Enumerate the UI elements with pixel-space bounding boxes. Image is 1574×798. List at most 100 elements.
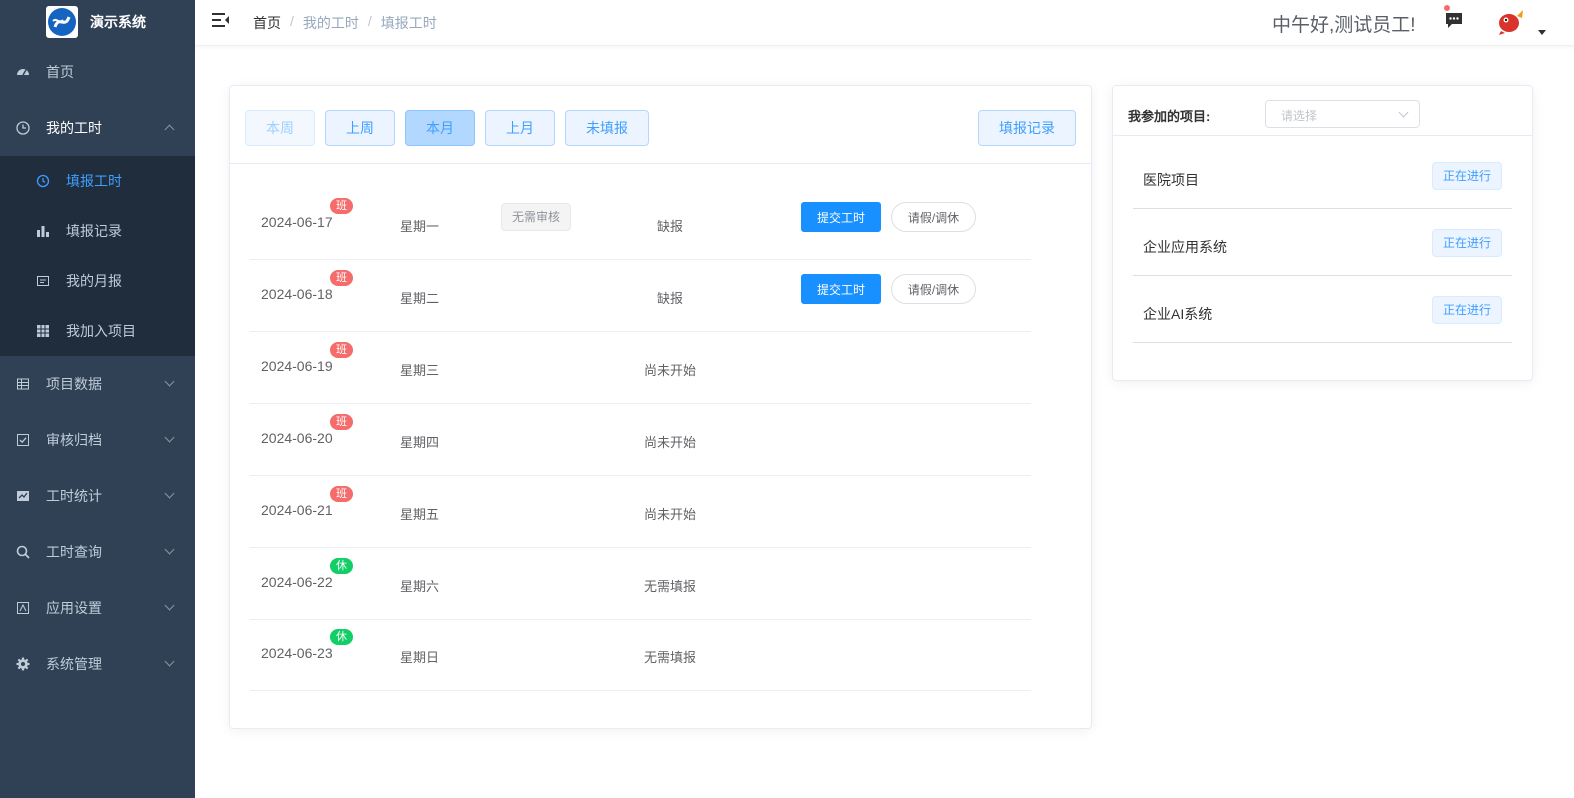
fill-records-button[interactable]: 填报记录	[978, 110, 1076, 146]
top-navbar: 首页 / 我的工时 / 填报工时 中午好,测试员工!	[195, 0, 1574, 46]
workday-badge: 班	[330, 486, 353, 502]
chevron-down-icon	[164, 544, 175, 555]
last-month-button[interactable]: 上月	[485, 110, 555, 146]
submit-hours-button[interactable]: 提交工时	[801, 202, 881, 232]
chart-icon	[16, 489, 30, 503]
projects-card: 我参加的项目: 请选择 医院项目 正在进行 企业应用系统 正在进行 企业AI系统…	[1112, 85, 1533, 381]
sidebar-item-monthly-report[interactable]: 我的月报	[0, 256, 195, 306]
day-weekday: 星期六	[400, 579, 440, 594]
breadcrumb: 首页 / 我的工时 / 填报工时	[253, 13, 437, 33]
sidebar-item-label: 工时统计	[46, 488, 102, 504]
chevron-down-icon	[164, 376, 175, 387]
sidebar-item-label: 系统管理	[46, 656, 102, 672]
project-select[interactable]: 请选择	[1265, 100, 1420, 128]
message-icon[interactable]	[1444, 10, 1464, 30]
breadcrumb-current: 填报工时	[380, 15, 437, 31]
day-date: 2024-06-23	[261, 645, 333, 661]
this-week-button[interactable]: 本周	[245, 110, 315, 146]
project-item[interactable]: 企业应用系统 正在进行	[1133, 209, 1512, 276]
day-date: 2024-06-22	[261, 574, 333, 590]
day-status: 缺报	[656, 291, 683, 306]
day-weekday: 星期日	[400, 650, 440, 665]
leave-button[interactable]: 请假/调休	[891, 274, 976, 304]
project-status-tag: 正在进行	[1431, 296, 1502, 324]
projects-label: 我参加的项目:	[1128, 109, 1211, 124]
sidebar-item-fill-records[interactable]: 填报记录	[0, 206, 195, 256]
breadcrumb-home[interactable]: 首页	[253, 13, 281, 33]
dashboard-icon	[16, 65, 30, 79]
submit-hours-button[interactable]: 提交工时	[801, 274, 881, 304]
day-weekday: 星期三	[400, 363, 440, 378]
bar-chart-icon	[36, 224, 50, 238]
clock-icon	[16, 121, 30, 135]
day-row: 2024-06-23 休 星期日 无需填报	[250, 619, 1031, 691]
breadcrumb-separator: /	[367, 13, 372, 29]
sidebar-item-hours-stats[interactable]: 工时统计	[0, 468, 195, 524]
project-item[interactable]: 医院项目 正在进行	[1133, 142, 1512, 209]
day-status: 尚未开始	[643, 363, 696, 378]
day-row: 2024-06-18 班 星期二 缺报 提交工时 请假/调休	[250, 260, 1031, 332]
time-fill-icon	[36, 174, 50, 188]
day-status: 无需填报	[643, 579, 696, 594]
sidebar-item-my-hours[interactable]: 我的工时	[0, 100, 195, 156]
day-weekday: 星期五	[400, 507, 440, 522]
last-week-button[interactable]: 上周	[325, 110, 395, 146]
day-row: 2024-06-20 班 星期四 尚未开始	[250, 404, 1031, 476]
leave-button[interactable]: 请假/调休	[891, 202, 976, 232]
sidebar-item-review-archive[interactable]: 审核归档	[0, 412, 195, 468]
menu-toggle-icon[interactable]	[212, 12, 230, 28]
app-title: 演示系统	[90, 14, 146, 30]
sidebar-item-home[interactable]: 首页	[0, 44, 195, 100]
restday-badge: 休	[330, 558, 353, 574]
sidebar-item-hours-query[interactable]: 工时查询	[0, 524, 195, 580]
logo-icon	[46, 6, 78, 38]
sidebar-item-system-admin[interactable]: 系统管理	[0, 636, 195, 692]
day-row: 2024-06-21 班 星期五 尚未开始	[250, 476, 1031, 548]
project-status-tag: 正在进行	[1431, 229, 1502, 257]
chevron-down-icon	[164, 432, 175, 443]
caret-down-icon[interactable]	[1538, 30, 1546, 35]
logo[interactable]: 演示系统	[0, 0, 195, 44]
chevron-down-icon	[164, 600, 175, 611]
gear-icon	[16, 657, 30, 671]
workday-badge: 班	[330, 198, 353, 214]
day-date: 2024-06-20	[261, 430, 333, 446]
workday-badge: 班	[330, 342, 353, 358]
sidebar-item-fill-hours[interactable]: 填报工时	[0, 156, 195, 206]
sidebar-item-joined-projects[interactable]: 我加入项目	[0, 306, 195, 356]
settings-doc-icon	[16, 601, 30, 615]
day-row: 2024-06-19 班 星期三 尚未开始	[250, 332, 1031, 404]
day-status: 无需填报	[643, 650, 696, 665]
greeting-text: 中午好,测试员工!	[1272, 15, 1416, 36]
period-toolbar: 本周 上周 本月 上月 未填报 填报记录	[230, 86, 1091, 164]
sidebar-item-label: 项目数据	[46, 376, 102, 392]
projects-card-header: 我参加的项目: 请选择	[1113, 86, 1532, 136]
sidebar-item-label: 填报工时	[66, 173, 122, 189]
project-name: 企业AI系统	[1143, 306, 1213, 322]
day-row: 2024-06-22 休 星期六 无需填报	[250, 548, 1031, 620]
this-month-button[interactable]: 本月	[405, 110, 475, 146]
sidebar-item-project-data[interactable]: 项目数据	[0, 356, 195, 412]
checkbox-icon	[16, 433, 30, 447]
chevron-down-icon	[164, 488, 175, 499]
sidebar-item-label: 应用设置	[46, 600, 102, 616]
chevron-down-icon	[164, 656, 175, 667]
project-item[interactable]: 企业AI系统 正在进行	[1133, 276, 1512, 343]
workday-badge: 班	[330, 270, 353, 286]
project-status-tag: 正在进行	[1431, 162, 1502, 190]
workday-badge: 班	[330, 414, 353, 430]
sidebar-item-app-settings[interactable]: 应用设置	[0, 580, 195, 636]
day-date: 2024-06-21	[261, 502, 333, 518]
unfilled-button[interactable]: 未填报	[565, 110, 649, 146]
day-weekday: 星期四	[400, 435, 440, 450]
day-status: 尚未开始	[643, 435, 696, 450]
breadcrumb-separator: /	[290, 13, 294, 29]
select-placeholder: 请选择	[1281, 109, 1318, 123]
avatar[interactable]	[1495, 6, 1525, 36]
restday-badge: 休	[330, 629, 353, 645]
day-row: 2024-06-17 班 星期一 无需审核 缺报 提交工时 请假/调休	[250, 188, 1031, 260]
project-name: 医院项目	[1143, 172, 1199, 188]
day-date: 2024-06-17	[261, 214, 333, 230]
chevron-down-icon	[1398, 107, 1409, 118]
sidebar-item-label: 审核归档	[46, 432, 102, 448]
